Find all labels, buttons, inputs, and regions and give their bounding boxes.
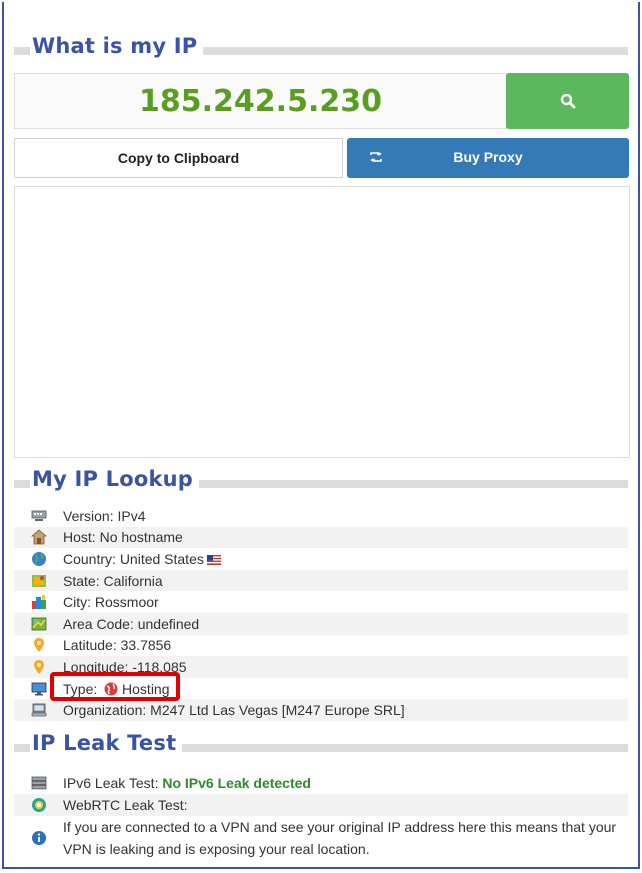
search-icon: [560, 93, 575, 109]
ipv6-leak-result: No IPv6 Leak detected: [162, 775, 311, 791]
state-map-icon: [30, 572, 48, 590]
latitude-value: 33.7856: [120, 637, 172, 654]
info-icon: [30, 829, 48, 847]
lookup-row-version: Version: IPv4: [14, 505, 628, 527]
map-pin-icon: [30, 636, 48, 654]
house-icon: [30, 528, 48, 546]
type-highlight-box: [50, 672, 180, 701]
map-icon: [30, 615, 48, 633]
state-value: California: [103, 572, 163, 589]
search-button[interactable]: [506, 73, 629, 129]
area-code-value: undefined: [137, 615, 200, 632]
monitor-icon: [30, 680, 48, 698]
lookup-row-country: Country: United States: [14, 548, 628, 570]
version-value: IPv4: [117, 507, 146, 524]
us-flag-icon: [206, 554, 221, 565]
computer-icon: [30, 701, 48, 719]
webrtc-leak-label: WebRTC Leak Test:: [63, 797, 188, 813]
host-label: Host:: [63, 529, 96, 546]
city-label: City:: [63, 594, 91, 611]
leak-row-webrtc: WebRTC Leak Test:: [14, 794, 628, 816]
area-code-label: Area Code:: [63, 615, 134, 632]
lookup-header: My IP Lookup: [14, 467, 628, 495]
leak-table: IPv6 Leak Test: No IPv6 Leak detected We…: [14, 772, 628, 860]
host-value: No hostname: [99, 529, 183, 546]
webrtc-icon: [30, 796, 48, 814]
leak-header: IP Leak Test: [14, 731, 628, 759]
country-label: Country:: [63, 550, 116, 567]
city-buildings-icon: [30, 593, 48, 611]
lookup-title: My IP Lookup: [30, 467, 199, 491]
ip-address-display[interactable]: 185.242.5.230: [14, 73, 507, 129]
lookup-row-state: State: California: [14, 569, 628, 592]
city-value: Rossmoor: [94, 594, 159, 611]
vpn-leak-info-text: If you are connected to a VPN and see yo…: [63, 819, 617, 857]
state-label: State:: [63, 572, 100, 589]
network-card-icon: [30, 507, 48, 525]
page-title-header: What is my IP: [14, 34, 628, 62]
globe-icon: [30, 550, 48, 568]
organization-value: M247 Ltd Las Vegas [M247 Europe SRL]: [150, 702, 405, 719]
country-value: United States: [119, 550, 204, 567]
copy-to-clipboard-button[interactable]: Copy to Clipboard: [14, 138, 343, 178]
buy-proxy-button[interactable]: Buy Proxy: [347, 138, 629, 178]
leak-row-info: If you are connected to a VPN and see yo…: [14, 816, 628, 860]
ipv6-leak-label: IPv6 Leak Test:: [63, 775, 159, 791]
lookup-row-latitude: Latitude: 33.7856: [14, 635, 628, 657]
ad-placeholder: [14, 186, 630, 458]
buy-proxy-label: Buy Proxy: [453, 149, 523, 165]
lookup-row-area-code: Area Code: undefined: [14, 612, 628, 635]
lookup-row-host: Host: No hostname: [14, 526, 628, 549]
lookup-row-organization: Organization: M247 Ltd Las Vegas [M247 E…: [14, 699, 628, 721]
server-icon: [30, 774, 48, 792]
leak-row-ipv6: IPv6 Leak Test: No IPv6 Leak detected: [14, 772, 628, 794]
page-title: What is my IP: [30, 34, 204, 58]
version-label: Version:: [63, 507, 114, 524]
organization-label: Organization:: [63, 702, 147, 719]
lookup-row-city: City: Rossmoor: [14, 591, 628, 613]
leak-title: IP Leak Test: [30, 731, 183, 755]
map-pin-icon: [30, 658, 48, 676]
latitude-label: Latitude:: [63, 637, 117, 654]
